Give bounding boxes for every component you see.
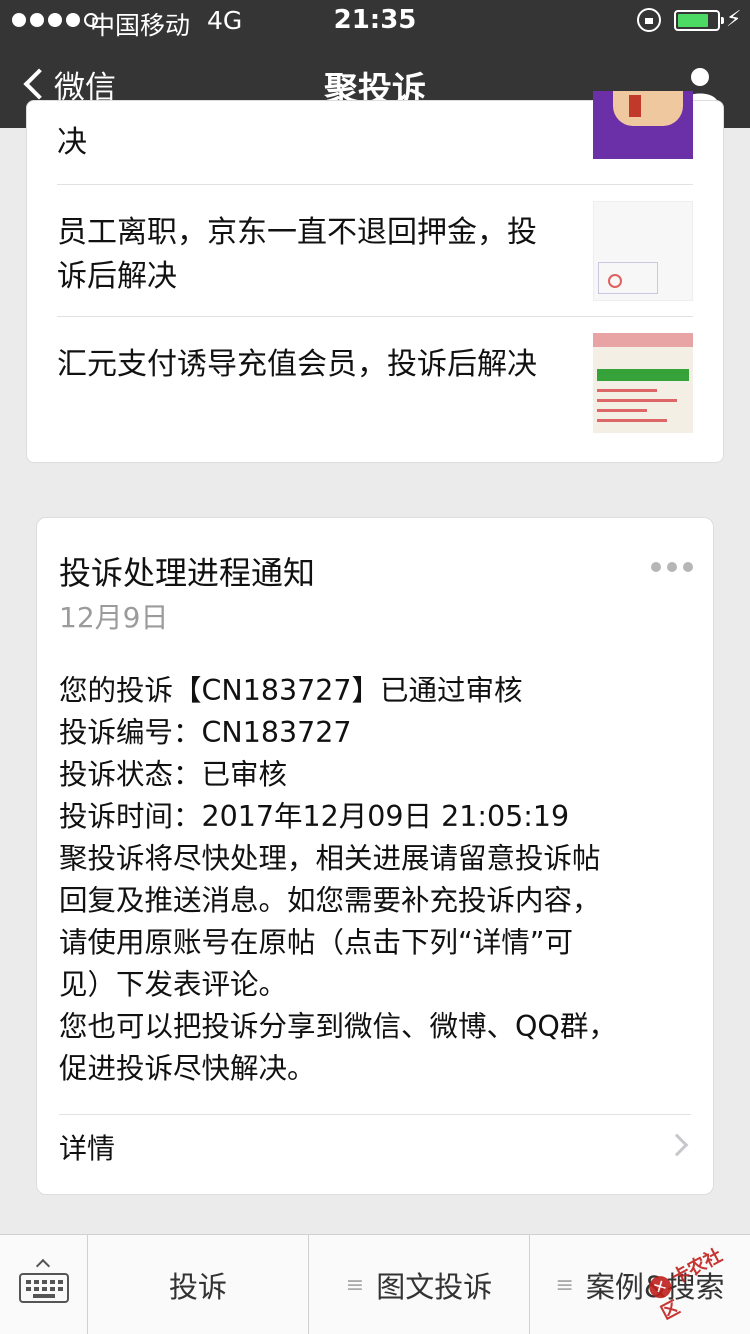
menu-label: 图文投诉 <box>376 1270 493 1304</box>
notice-line: 见）下发表评论。 <box>59 968 288 1001</box>
notice-line: 您也可以把投诉分享到微信、微博、QQ群， <box>59 1010 617 1043</box>
divider <box>57 184 693 185</box>
article-title: 决 <box>57 125 87 160</box>
notification-card: 投诉处理进程通知 12月9日 您的投诉【CN183727】已通过审核 投诉编号：… <box>36 517 714 1195</box>
notice-line: 促进投诉尽快解决。 <box>59 1052 316 1085</box>
notice-line: 投诉时间：2017年12月09日 21:05:19 <box>59 800 570 833</box>
notice-line: 请使用原账号在原帖（点击下列“详情”可 <box>59 926 574 959</box>
keyboard-toggle-button[interactable] <box>0 1235 88 1334</box>
submenu-icon: ≡ <box>345 1272 365 1298</box>
notice-line: 聚投诉将尽快处理，相关进展请留意投诉帖 <box>59 842 601 875</box>
chevron-right-icon <box>665 1133 689 1157</box>
article-list-card: 决 员工离职，京东一直不退回押金，投诉后解决 汇元支付诱导充值会员，投诉后解决 <box>26 91 724 463</box>
menu-complaint[interactable]: 投诉 <box>88 1235 309 1334</box>
keyboard-icon <box>19 1273 69 1303</box>
article-thumbnail <box>593 333 693 433</box>
notice-title: 投诉处理进程通知 <box>59 554 316 592</box>
menu-label: 投诉 <box>168 1270 227 1304</box>
caret-up-icon <box>35 1258 51 1274</box>
submenu-icon: ≡ <box>555 1272 574 1298</box>
article-item[interactable]: 员工离职，京东一直不退回押金，投诉后解决 <box>57 201 693 301</box>
divider <box>57 316 693 317</box>
article-title: 员工离职，京东一直不退回押金，投诉后解决 <box>57 215 537 294</box>
article-title: 汇元支付诱导充值会员，投诉后解决 <box>57 347 537 382</box>
detail-link[interactable]: 详情 <box>37 1115 713 1195</box>
article-item[interactable]: 汇元支付诱导充值会员，投诉后解决 <box>57 333 693 433</box>
battery-icon <box>674 10 724 31</box>
more-icon[interactable] <box>651 562 693 572</box>
notice-line: 您的投诉【CN183727】已通过审核 <box>59 674 523 707</box>
article-item[interactable]: 决 <box>57 91 693 165</box>
charging-icon: ⚡ <box>726 7 742 32</box>
notice-date: 12月9日 <box>59 601 169 634</box>
menu-image-complaint[interactable]: ≡ 图文投诉 <box>309 1235 530 1334</box>
notice-line: 回复及推送消息。如您需要补充投诉内容， <box>59 884 601 917</box>
article-thumbnail <box>593 91 693 159</box>
article-thumbnail <box>593 201 693 301</box>
notice-line: 投诉编号：CN183727 <box>59 716 352 749</box>
status-bar: 中国移动 4G 21:35 ⚡ <box>0 0 750 40</box>
detail-label: 详情 <box>59 1132 116 1165</box>
notice-body: 您的投诉【CN183727】已通过审核 投诉编号：CN183727 投诉状态：已… <box>59 670 699 1090</box>
notice-line: 投诉状态：已审核 <box>59 758 288 791</box>
rotation-lock-icon <box>637 8 661 32</box>
bottom-menu: 投诉 ≡ 图文投诉 ≡ 案例&搜索 <box>0 1234 750 1334</box>
